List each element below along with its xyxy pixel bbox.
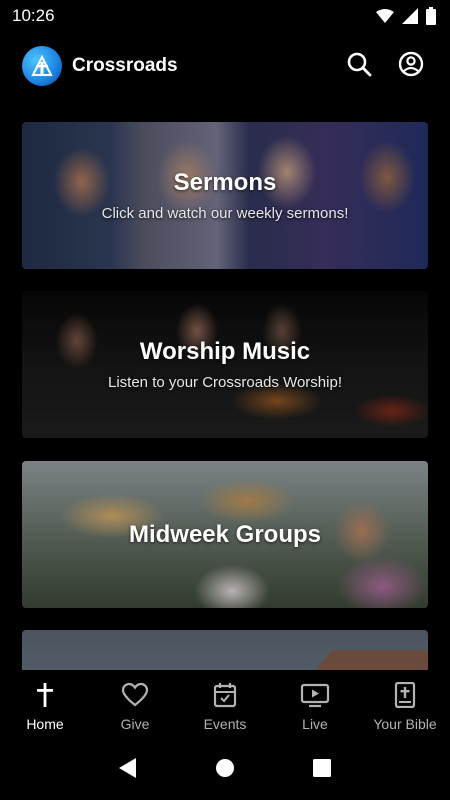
- search-icon: [346, 51, 372, 82]
- nav-label: Events: [203, 716, 247, 732]
- status-icons: [376, 7, 436, 25]
- fourth-card[interactable]: [22, 630, 428, 670]
- home-circle-icon: [215, 758, 235, 783]
- nav-live[interactable]: Live: [270, 670, 360, 740]
- nav-label: Home: [26, 716, 64, 732]
- nav-label: Live: [302, 716, 328, 732]
- card-title: Sermons: [173, 169, 277, 196]
- calendar-icon: [213, 682, 237, 708]
- back-button[interactable]: [113, 755, 143, 785]
- nav-home[interactable]: Home: [0, 670, 90, 740]
- app-title: Crossroads: [72, 55, 178, 76]
- nav-your-bible[interactable]: Your Bible: [360, 670, 450, 740]
- recents-square-icon: [312, 758, 331, 782]
- home-button[interactable]: [210, 755, 240, 785]
- live-tv-icon: [300, 682, 330, 708]
- nav-events[interactable]: Events: [180, 670, 270, 740]
- signal-icon: [402, 8, 418, 24]
- account-button[interactable]: [394, 49, 428, 83]
- content-feed[interactable]: Sermons Click and watch our weekly sermo…: [22, 122, 428, 670]
- app-header: Crossroads: [0, 44, 450, 88]
- bible-icon: [393, 682, 417, 708]
- card-subtitle: Click and watch our weekly sermons!: [101, 205, 349, 222]
- battery-icon: [426, 7, 436, 25]
- wifi-icon: [376, 9, 394, 23]
- nav-label: Give: [120, 716, 150, 732]
- card-title: Worship Music: [139, 338, 311, 365]
- cross-icon: [35, 682, 55, 708]
- status-bar: 10:26: [0, 0, 450, 32]
- search-button[interactable]: [342, 49, 376, 83]
- status-time: 10:26: [12, 6, 55, 25]
- nav-give[interactable]: Give: [90, 670, 180, 740]
- crossroads-logo-icon: [22, 46, 62, 86]
- card-subtitle: Listen to your Crossroads Worship!: [108, 374, 342, 391]
- system-navigation-bar: [0, 740, 450, 800]
- heart-icon: [121, 682, 149, 708]
- nav-label: Your Bible: [373, 716, 437, 732]
- midweek-groups-card[interactable]: Midweek Groups: [22, 461, 428, 608]
- recents-button[interactable]: [307, 755, 337, 785]
- bottom-navigation: Home Give Events Live Your Bible: [0, 670, 450, 740]
- card-title: Midweek Groups: [128, 520, 322, 548]
- account-icon: [398, 51, 424, 82]
- back-triangle-icon: [118, 757, 138, 784]
- worship-music-card[interactable]: Worship Music Listen to your Crossroads …: [22, 291, 428, 438]
- sermons-card[interactable]: Sermons Click and watch our weekly sermo…: [22, 122, 428, 269]
